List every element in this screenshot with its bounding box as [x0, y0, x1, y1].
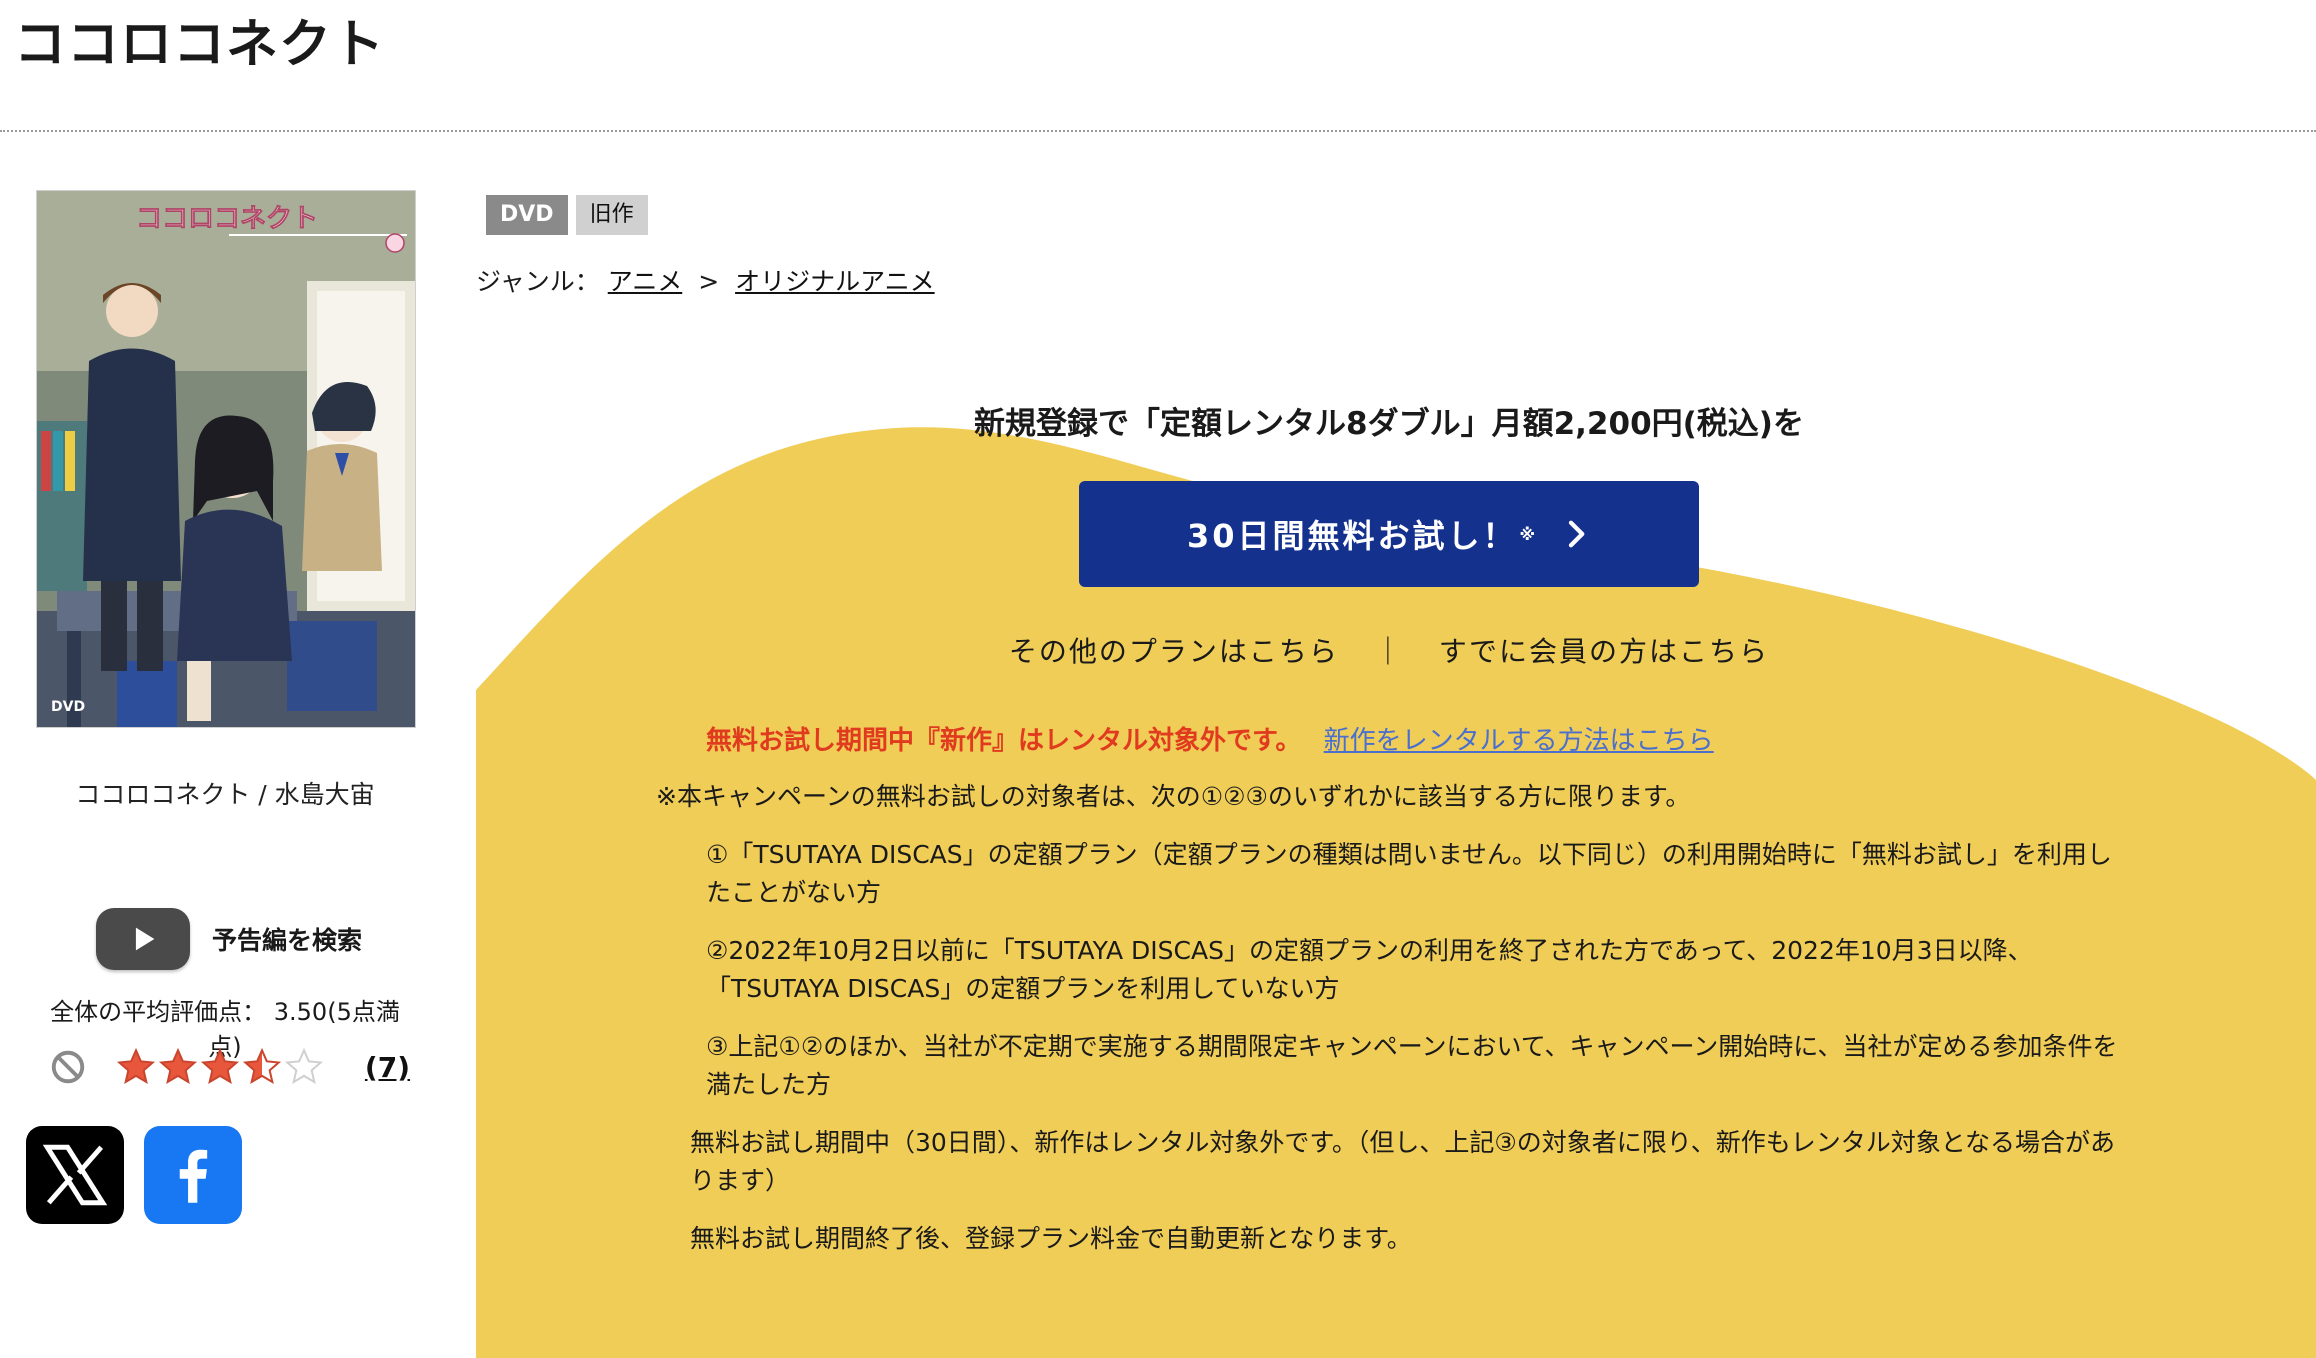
terms-note-2: 無料お試し期間終了後、登録プラン料金で自動更新となります。	[690, 1224, 1412, 1253]
link-divider: ｜	[1373, 635, 1404, 668]
format-badge: DVD	[486, 195, 568, 235]
release-status-badge: 旧作	[575, 195, 648, 235]
free-trial-note: ※	[1519, 524, 1536, 544]
chevron-right-icon	[1568, 520, 1585, 548]
new-release-rental-link[interactable]: 新作をレンタルする方法はこちら	[1324, 726, 1714, 756]
review-count[interactable]: (7)	[365, 1051, 410, 1084]
free-trial-button[interactable]: 30日間無料お試し！ ※	[1079, 481, 1699, 587]
svg-text:DVD: DVD	[51, 699, 85, 715]
terms-lead: ※本キャンペーンの無料お試しの対象者は、次の①②③のいずれかに該当する方に限りま…	[656, 782, 1691, 811]
star-icon	[116, 1047, 156, 1085]
new-release-warning: 無料お試し期間中『新作』はレンタル対象外です。	[706, 726, 1302, 756]
trailer-search-button[interactable]: 予告編を検索	[96, 904, 396, 974]
terms-note-1: 無料お試し期間中（30日間）、新作はレンタル対象外です。（但し、上記③の対象者に…	[690, 1128, 2115, 1195]
rating-stars	[116, 1047, 324, 1087]
not-interested-icon[interactable]	[50, 1049, 86, 1085]
share-x-button[interactable]	[26, 1126, 124, 1224]
star-icon	[200, 1047, 240, 1085]
page-title: ココロコネクト	[14, 15, 386, 75]
review-count-link[interactable]: (7)	[365, 1051, 410, 1084]
promo-headline: 新規登録で「定額レンタル8ダブル」月額2,200円(税込)を	[974, 406, 1804, 442]
free-trial-label: 30日間無料お試し！	[1186, 517, 1518, 555]
genre-breadcrumb: ジャンル： アニメ > オリジナルアニメ	[476, 262, 935, 298]
rating-row: (7)	[50, 1042, 410, 1092]
terms-item-1: ①「TSUTAYA DISCAS」の定額プラン（定額プランの種類は問いません。以…	[706, 840, 2112, 907]
facebook-icon	[179, 1149, 208, 1203]
title-divider	[0, 130, 2316, 132]
terms-item-2: ②2022年10月2日以前に「TSUTAYA DISCAS」の定額プランの利用を…	[706, 936, 2033, 1003]
product-caption: ココロコネクト / 水島大宙	[75, 780, 375, 809]
share-buttons	[26, 1126, 242, 1224]
new-release-notice: 無料お試し期間中『新作』はレンタル対象外です。 新作をレンタルする方法はこちら	[706, 720, 1714, 757]
x-logo-icon	[42, 1144, 108, 1206]
star-icon	[284, 1047, 324, 1085]
svg-text:ココロコネクト: ココロコネクト	[136, 204, 318, 234]
star-icon	[158, 1047, 198, 1085]
share-facebook-button[interactable]	[144, 1126, 242, 1224]
breadcrumb-separator: >	[698, 267, 720, 296]
format-badges: DVD 旧作	[486, 195, 648, 235]
cover-image[interactable]: ココロコネクト DVD	[36, 190, 416, 728]
genre-link-original-anime[interactable]: オリジナルアニメ	[735, 267, 935, 296]
campaign-terms: ※本キャンペーンの無料お試しの対象者は、次の①②③のいずれかに該当する方に限りま…	[656, 778, 2126, 1258]
genre-label: ジャンル：	[476, 267, 600, 296]
trailer-search-label: 予告編を検索	[212, 926, 363, 955]
terms-item-3: ③上記①②のほか、当社が不定期で実施する期間限定キャンペーンにおいて、キャンペー…	[706, 1032, 2118, 1099]
member-login-link[interactable]: すでに会員の方はこちら	[1439, 635, 1769, 668]
play-icon	[96, 908, 190, 970]
plan-links: その他のプランはこちら ｜ すでに会員の方はこちら	[476, 630, 2302, 670]
star-icon	[242, 1047, 282, 1085]
other-plans-link[interactable]: その他のプランはこちら	[1009, 635, 1339, 668]
cover-illustration: ココロコネクト DVD	[37, 191, 415, 727]
genre-link-anime[interactable]: アニメ	[608, 267, 683, 296]
page: ココロコネクト ココロコネクト DVD ココロコネクト / 水島大宙 予告編を検…	[0, 0, 2316, 1358]
